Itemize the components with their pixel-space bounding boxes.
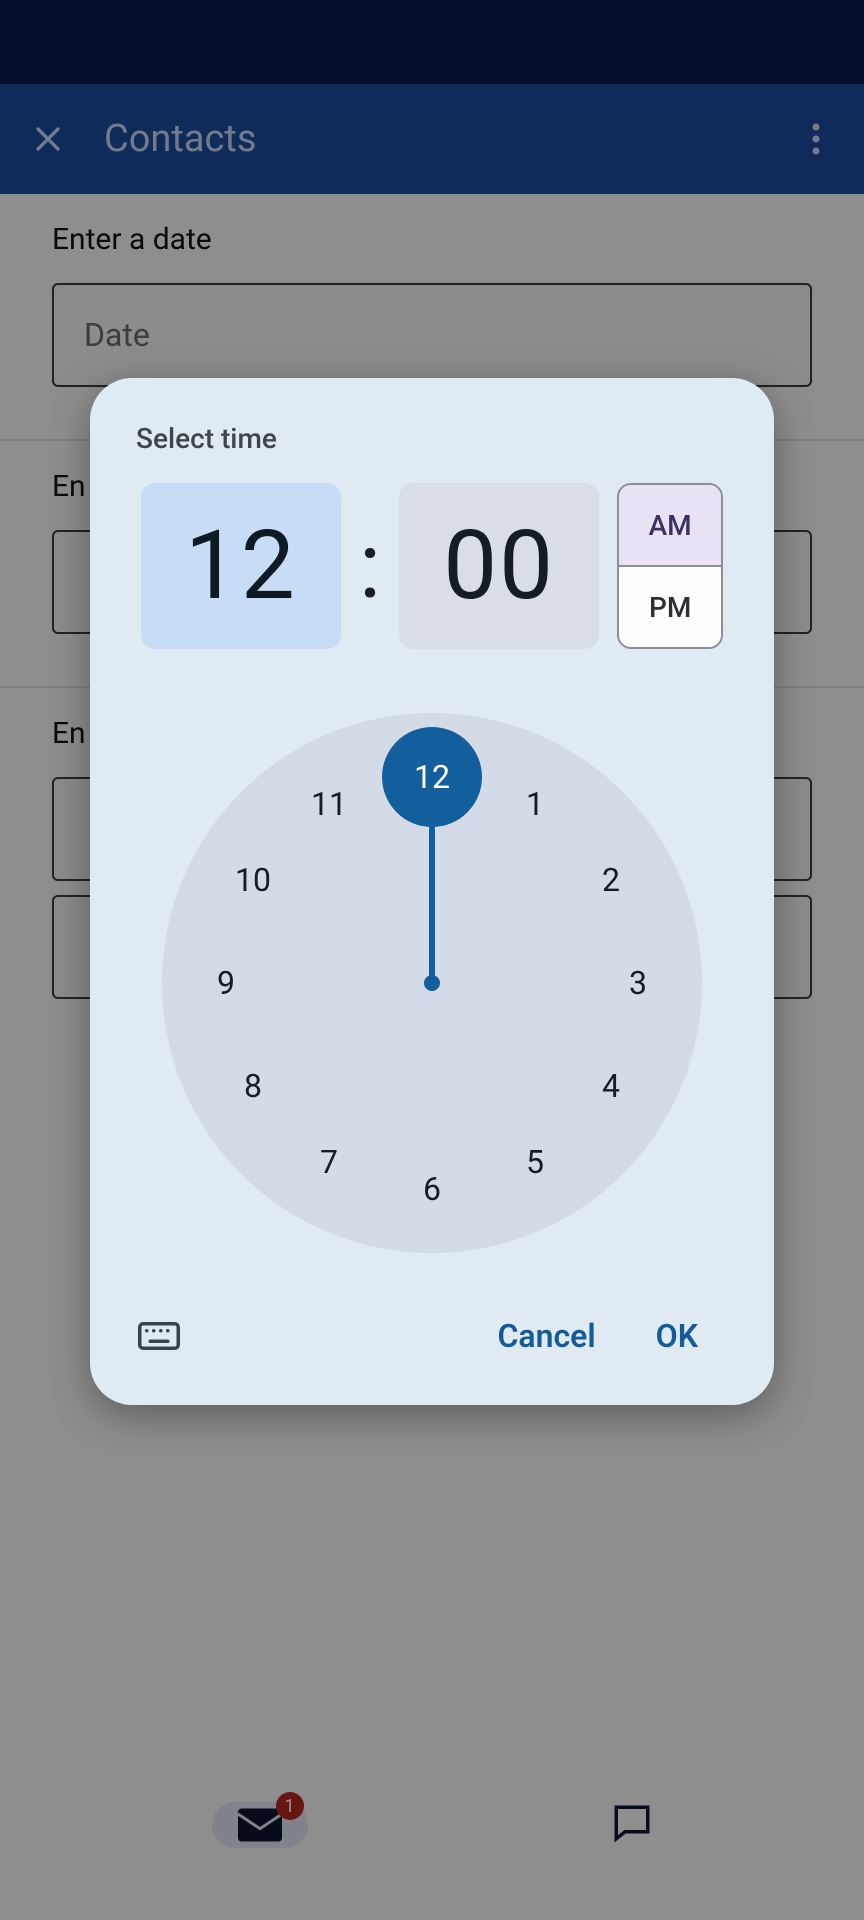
hour-3[interactable]: 3 [608, 953, 668, 1013]
dialog-title: Select time [90, 422, 774, 483]
keyboard-input-toggle[interactable] [136, 1313, 182, 1359]
ampm-toggle: AM PM [617, 483, 723, 649]
hour-4[interactable]: 4 [581, 1056, 641, 1116]
selected-hour-knob[interactable]: 12 [382, 727, 482, 827]
hour-8[interactable]: 8 [223, 1056, 283, 1116]
clock-face[interactable]: 12 1 2 3 4 5 6 7 8 9 10 11 [162, 713, 702, 1253]
am-button[interactable]: AM [619, 485, 721, 567]
time-picker-dialog: Select time 12 : 00 AM PM 12 1 2 3 4 5 6… [90, 378, 774, 1405]
minute-display[interactable]: 00 [399, 483, 599, 649]
hour-6[interactable]: 6 [402, 1159, 462, 1219]
hour-1[interactable]: 1 [505, 774, 565, 834]
hour-11[interactable]: 11 [299, 774, 359, 834]
hour-display[interactable]: 12 [141, 483, 341, 649]
clock-center-dot [424, 975, 440, 991]
pm-button[interactable]: PM [619, 567, 721, 647]
time-colon: : [359, 513, 381, 620]
hour-9[interactable]: 9 [196, 953, 256, 1013]
cancel-button[interactable]: Cancel [467, 1303, 625, 1369]
hour-2[interactable]: 2 [581, 850, 641, 910]
hour-5[interactable]: 5 [505, 1132, 565, 1192]
hour-10[interactable]: 10 [223, 850, 283, 910]
ok-button[interactable]: OK [626, 1303, 728, 1369]
hour-7[interactable]: 7 [299, 1132, 359, 1192]
keyboard-icon [138, 1321, 180, 1351]
